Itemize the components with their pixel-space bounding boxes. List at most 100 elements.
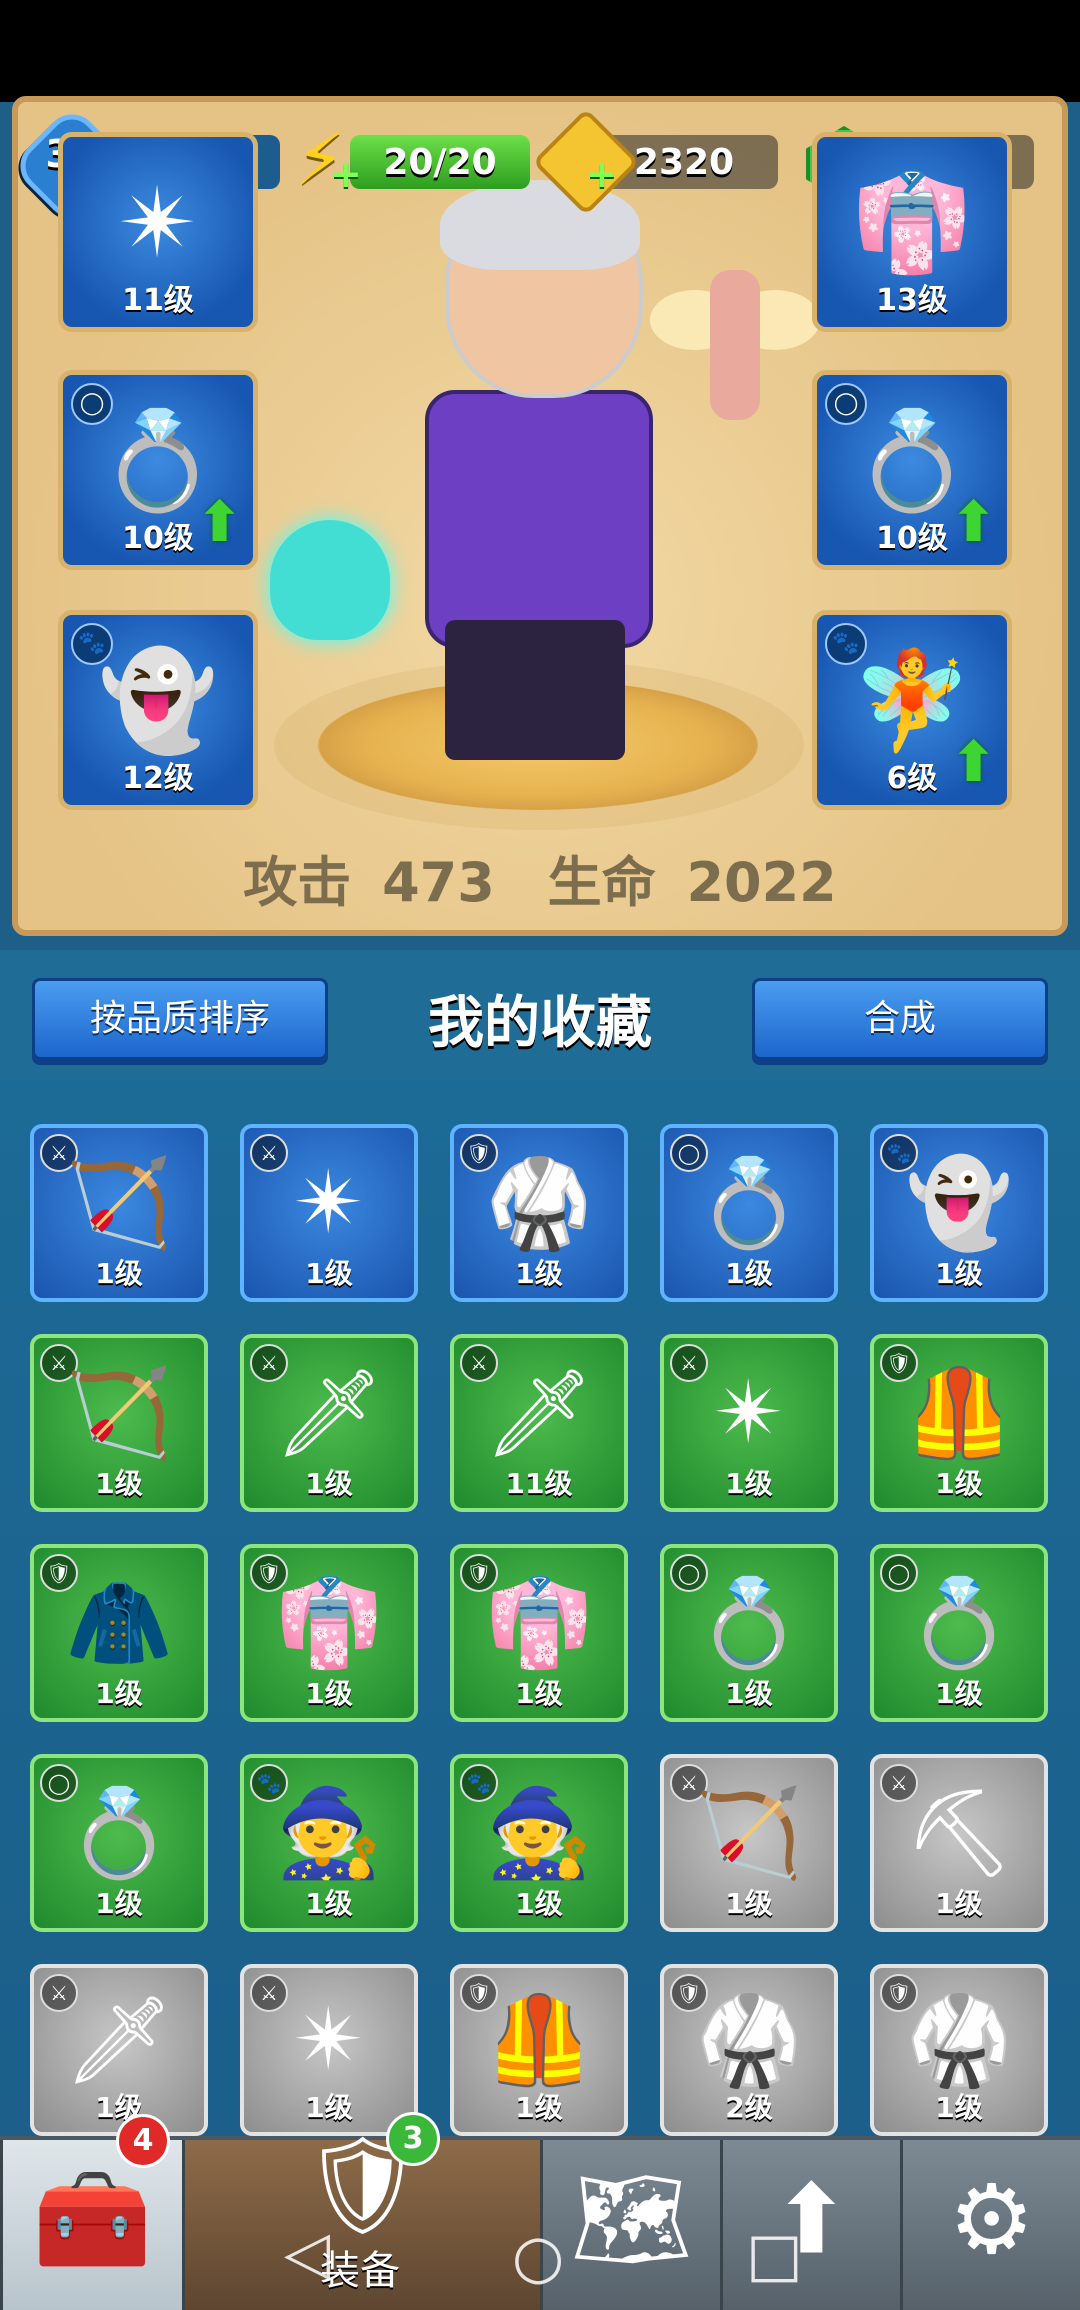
collection-item[interactable]: 🐾 🧙 1级	[450, 1754, 628, 1932]
equipment-notification-badge: 3	[386, 2112, 440, 2166]
category-icon: ⚔	[250, 1134, 288, 1172]
collection-item[interactable]: ◯ 💍 1级	[870, 1544, 1048, 1722]
item-level: 1级	[935, 2091, 983, 2124]
item-level: 1级	[305, 1677, 353, 1710]
merge-button[interactable]: 合成	[752, 978, 1048, 1060]
collection-item[interactable]: ⚔ ✴ 1级	[240, 1124, 418, 1302]
category-icon: ⚔	[670, 1344, 708, 1382]
item-level: 1级	[725, 1467, 773, 1500]
gear-icon: ⚙	[948, 2163, 1035, 2276]
hp-label: 生命	[547, 851, 656, 914]
item-level: 1级	[95, 1677, 143, 1710]
item-icon: 💍	[65, 1783, 173, 1884]
slot-level: 6级	[886, 761, 938, 796]
item-icon: ✴	[292, 1152, 366, 1253]
status-bar	[0, 0, 1080, 102]
slot-level: 10级	[876, 521, 948, 556]
collection-item[interactable]: ⚔ ⛏ 1级	[870, 1754, 1048, 1932]
item-level: 1级	[305, 1257, 353, 1290]
collection-item[interactable]: ⚔ 🗡 1级	[30, 1964, 208, 2136]
collection-item[interactable]: ⚔ 🗡 1级	[240, 1334, 418, 1512]
item-level: 1级	[305, 1887, 353, 1920]
collection-item[interactable]: 🛡 🥋 1级	[870, 1964, 1048, 2136]
collection-item[interactable]: 🛡 🥋 1级	[450, 1124, 628, 1302]
equip-slot-weapon[interactable]: ✴ 11级	[58, 132, 258, 332]
item-icon: 💍	[695, 1573, 803, 1674]
collection-item[interactable]: 🛡 🥋 2级	[660, 1964, 838, 2136]
item-level: 1级	[305, 2091, 353, 2124]
chest-notification-badge: 4	[116, 2114, 170, 2168]
collection-item[interactable]: 🛡 🦺 1级	[450, 1964, 628, 2136]
system-back-icon[interactable]: ◁	[284, 2218, 330, 2288]
item-icon: 🥋	[905, 1990, 1013, 2091]
collection-item[interactable]: 🐾 👻 1级	[870, 1124, 1048, 1302]
collection-item[interactable]: ⚔ 🏹 1级	[660, 1754, 838, 1932]
fairy-pet-figure	[650, 250, 820, 450]
slot-level: 10级	[122, 521, 194, 556]
collection-item[interactable]: 🛡 👘 1级	[450, 1544, 628, 1722]
collection-item[interactable]: ◯ 💍 1级	[660, 1544, 838, 1722]
item-icon: ✴	[292, 1990, 366, 2091]
item-icon: ✴	[712, 1362, 786, 1463]
equip-slot-ring-right[interactable]: ◯ 💍 ⬆ 10级	[812, 370, 1012, 570]
slot-level: 13级	[876, 283, 948, 318]
nav-tab-map[interactable]: 🗺	[540, 2140, 720, 2310]
item-level: 1级	[725, 1677, 773, 1710]
collection-item[interactable]: ⚔ 🏹 1级	[30, 1124, 208, 1302]
item-icon: 🏹	[65, 1363, 173, 1464]
item-level: 1级	[935, 1257, 983, 1290]
hero-body[interactable]	[425, 390, 653, 648]
collection-item[interactable]: ⚔ ✴ 1级	[240, 1964, 418, 2136]
item-icon: 🏹	[65, 1153, 173, 1254]
ghost-pet-figure	[270, 520, 390, 640]
item-level: 1级	[515, 1887, 563, 1920]
item-level: 1级	[935, 1467, 983, 1500]
item-level: 1级	[935, 1887, 983, 1920]
system-home-icon[interactable]: ○	[512, 2222, 564, 2292]
item-level: 1级	[95, 1887, 143, 1920]
add-coins-icon[interactable]: +	[586, 152, 618, 196]
attack-label: 攻击	[243, 851, 352, 914]
item-icon: 🗡	[64, 1990, 174, 2091]
item-icon: 🗡	[274, 1363, 384, 1464]
item-icon: 🦺	[905, 1363, 1013, 1464]
item-icon: 🥋	[485, 1153, 593, 1254]
collection-item[interactable]: ◯ 💍 1级	[660, 1124, 838, 1302]
collection-title: 我的收藏	[428, 991, 652, 1056]
item-level: 1级	[935, 1677, 983, 1710]
equip-slot-pet-left[interactable]: 🐾 👻 12级	[58, 610, 258, 810]
item-icon: 🦺	[485, 1990, 593, 2091]
item-level: 2级	[725, 2091, 773, 2124]
collection-item[interactable]: 🛡 👘 1级	[240, 1544, 418, 1722]
item-icon: 🏹	[695, 1783, 803, 1884]
sort-by-quality-button[interactable]: 按品质排序	[32, 978, 328, 1060]
fairy-body	[710, 270, 760, 420]
collection-item[interactable]: ⚔ ✴ 1级	[660, 1334, 838, 1512]
collection-item[interactable]: 🛡 🦺 1级	[870, 1334, 1048, 1512]
slot-level: 12级	[122, 761, 194, 796]
item-level: 1级	[95, 1467, 143, 1500]
item-icon: 🗡	[484, 1363, 594, 1464]
hp-value: 2022	[686, 851, 837, 914]
nav-tab-chest[interactable]: 🧰	[0, 2140, 182, 2310]
collection-item[interactable]: ⚔ 🗡 11级	[450, 1334, 628, 1512]
system-recents-icon[interactable]: □	[746, 2220, 803, 2290]
item-level: 1级	[95, 2091, 143, 2124]
item-level: 1级	[515, 1257, 563, 1290]
collection-item[interactable]: 🐾 🧙 1级	[240, 1754, 418, 1932]
item-icon: 👘	[485, 1573, 593, 1674]
equip-slot-armor[interactable]: 👘 13级	[812, 132, 1012, 332]
collection-item[interactable]: ⚔ 🏹 1级	[30, 1334, 208, 1512]
item-icon: 🧙	[275, 1783, 383, 1884]
item-level: 1级	[725, 1257, 773, 1290]
equip-slot-pet-right[interactable]: 🐾 🧚 ⬆ 6级	[812, 610, 1012, 810]
collection-item[interactable]: 🛡 🧥 1级	[30, 1544, 208, 1722]
equip-slot-ring-left[interactable]: ◯ 💍 ⬆ 10级	[58, 370, 258, 570]
item-level: 11级	[505, 1467, 573, 1500]
map-icon: 🗺	[570, 2162, 693, 2275]
collection-item[interactable]: ◯ 💍 1级	[30, 1754, 208, 1932]
nav-tab-settings[interactable]: ⚙	[900, 2140, 1080, 2310]
add-energy-icon[interactable]: +	[330, 152, 362, 196]
shuriken-icon: ✴	[117, 166, 199, 279]
hero-legs	[445, 620, 625, 760]
